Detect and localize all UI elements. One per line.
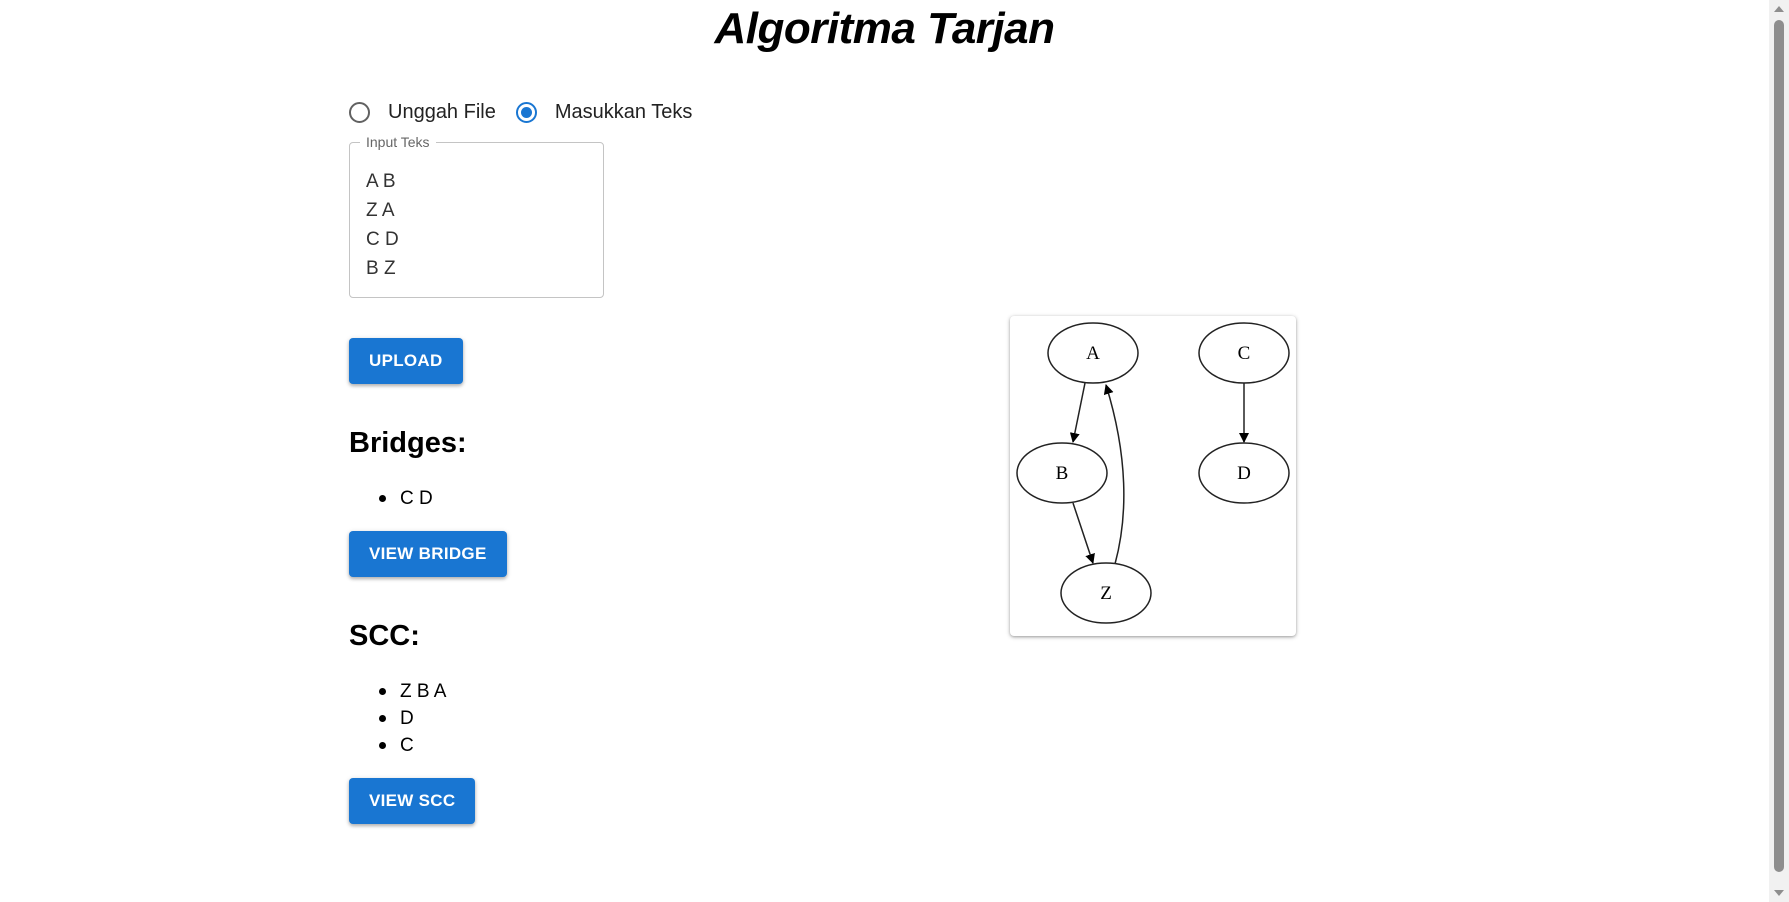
graph-node-label: C bbox=[1238, 343, 1251, 364]
radio-unchecked-icon[interactable] bbox=[349, 102, 370, 123]
scc-component-text: C bbox=[400, 734, 414, 756]
graph-node: D bbox=[1198, 442, 1290, 504]
scc-list: Z B A D C bbox=[349, 678, 446, 759]
radio-label-upload-file: Unggah File bbox=[388, 101, 496, 123]
graph-diagram: A B Z C D bbox=[1016, 322, 1290, 624]
radio-checked-icon[interactable] bbox=[515, 102, 537, 123]
radio-option-enter-text[interactable]: Masukkan Teks bbox=[515, 101, 693, 124]
graph-node-label: B bbox=[1056, 463, 1069, 484]
radio-label-enter-text: Masukkan Teks bbox=[554, 101, 693, 123]
scc-component-text: D bbox=[400, 707, 414, 729]
upload-button[interactable]: UPLOAD bbox=[349, 338, 463, 384]
bridge-edge-text: C D bbox=[400, 487, 433, 509]
input-text-field: Input Teks A B Z A C D B Z bbox=[349, 134, 604, 298]
page: Algoritma Tarjan Unggah File Masukkan Te… bbox=[0, 0, 1789, 902]
scroll-up-icon[interactable] bbox=[1774, 6, 1784, 12]
bridges-heading: Bridges: bbox=[349, 427, 467, 459]
bullet-icon bbox=[379, 742, 386, 749]
graph-edge-z-a bbox=[1103, 384, 1125, 565]
list-item: C bbox=[349, 732, 446, 759]
list-item: Z B A bbox=[349, 678, 446, 705]
scc-heading: SCC: bbox=[349, 620, 420, 652]
radio-option-upload-file[interactable]: Unggah File bbox=[349, 101, 496, 124]
graph-image-card: A B Z C D bbox=[1010, 316, 1296, 636]
graph-node: C bbox=[1198, 322, 1290, 384]
input-text-label: Input Teks bbox=[360, 134, 436, 150]
bridges-list: C D bbox=[349, 485, 433, 512]
graph-node: A bbox=[1047, 322, 1139, 384]
graph-node-label: D bbox=[1237, 463, 1251, 484]
input-text-area[interactable]: A B Z A C D B Z bbox=[366, 167, 595, 289]
graph-edge-b-z bbox=[1072, 502, 1095, 564]
input-mode-radio-group: Unggah File Masukkan Teks bbox=[349, 101, 712, 124]
bullet-icon bbox=[379, 688, 386, 695]
view-bridge-button[interactable]: VIEW BRIDGE bbox=[349, 531, 507, 577]
graph-node: Z bbox=[1060, 562, 1152, 624]
view-scc-button[interactable]: VIEW SCC bbox=[349, 778, 476, 824]
scc-component-text: Z B A bbox=[400, 680, 447, 702]
graph-edge-a-b bbox=[1069, 382, 1086, 443]
scrollbar-thumb[interactable] bbox=[1774, 20, 1784, 872]
list-item: D bbox=[349, 705, 446, 732]
page-title: Algoritma Tarjan bbox=[714, 4, 1055, 53]
bullet-icon bbox=[379, 495, 386, 502]
graph-node-label: Z bbox=[1100, 583, 1112, 604]
vertical-scrollbar[interactable] bbox=[1769, 0, 1789, 902]
graph-node-label: A bbox=[1086, 343, 1100, 364]
scroll-down-icon[interactable] bbox=[1774, 890, 1784, 896]
graph-node: B bbox=[1016, 442, 1108, 504]
list-item: C D bbox=[349, 485, 433, 512]
bullet-icon bbox=[379, 715, 386, 722]
